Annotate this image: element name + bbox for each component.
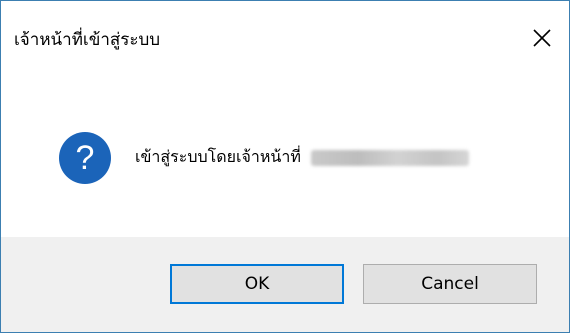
message-text: เข้าสู่ระบบโดยเจ้าหน้าที่ — [135, 147, 301, 166]
dialog-message: เข้าสู่ระบบโดยเจ้าหน้าที่ — [135, 145, 469, 170]
svg-text:?: ? — [76, 139, 95, 177]
close-button[interactable] — [515, 15, 569, 61]
redacted-id — [310, 149, 469, 166]
title-bar: เจ้าหน้าที่เข้าสู่ระบบ — [1, 1, 569, 65]
dialog-content: ? เข้าสู่ระบบโดยเจ้าหน้าที่ — [1, 65, 569, 237]
dialog-title: เจ้าหน้าที่เข้าสู่ระบบ — [14, 30, 161, 50]
login-dialog: เจ้าหน้าที่เข้าสู่ระบบ ? เข้าสู่ระบบโดยเ… — [0, 0, 570, 333]
close-icon — [533, 29, 551, 47]
question-icon: ? — [59, 132, 111, 184]
button-bar: OK Cancel — [1, 237, 569, 332]
ok-button[interactable]: OK — [170, 264, 344, 304]
cancel-button[interactable]: Cancel — [363, 264, 537, 304]
